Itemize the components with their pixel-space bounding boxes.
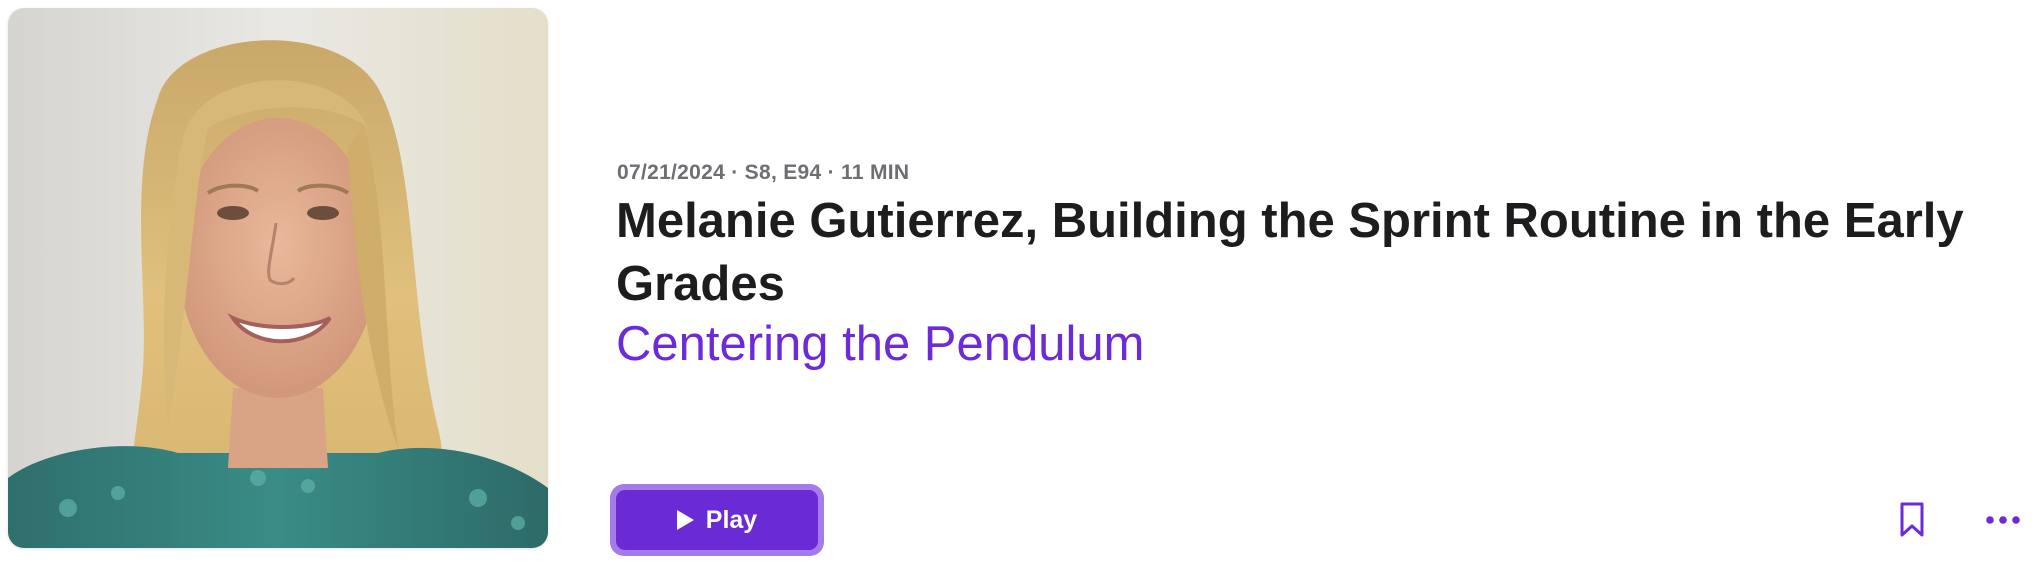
portrait-image — [8, 8, 548, 548]
bookmark-button[interactable] — [1884, 492, 1940, 548]
episode-artwork — [8, 8, 548, 548]
episode-title: Melanie Gutierrez, Building the Sprint R… — [616, 194, 1964, 311]
more-options-button[interactable] — [1975, 492, 2031, 548]
bookmark-icon — [1900, 502, 1924, 537]
ellipsis-icon — [1986, 516, 2020, 524]
play-button[interactable]: Play — [616, 490, 818, 550]
show-name-link[interactable]: Centering the Pendulum — [616, 313, 1144, 376]
play-button-label: Play — [705, 505, 758, 534]
play-button-focus-ring: Play — [610, 484, 824, 556]
episode-meta: 07/21/2024 · S8, E94 · 11 MIN — [617, 161, 910, 184]
play-icon — [676, 510, 694, 530]
